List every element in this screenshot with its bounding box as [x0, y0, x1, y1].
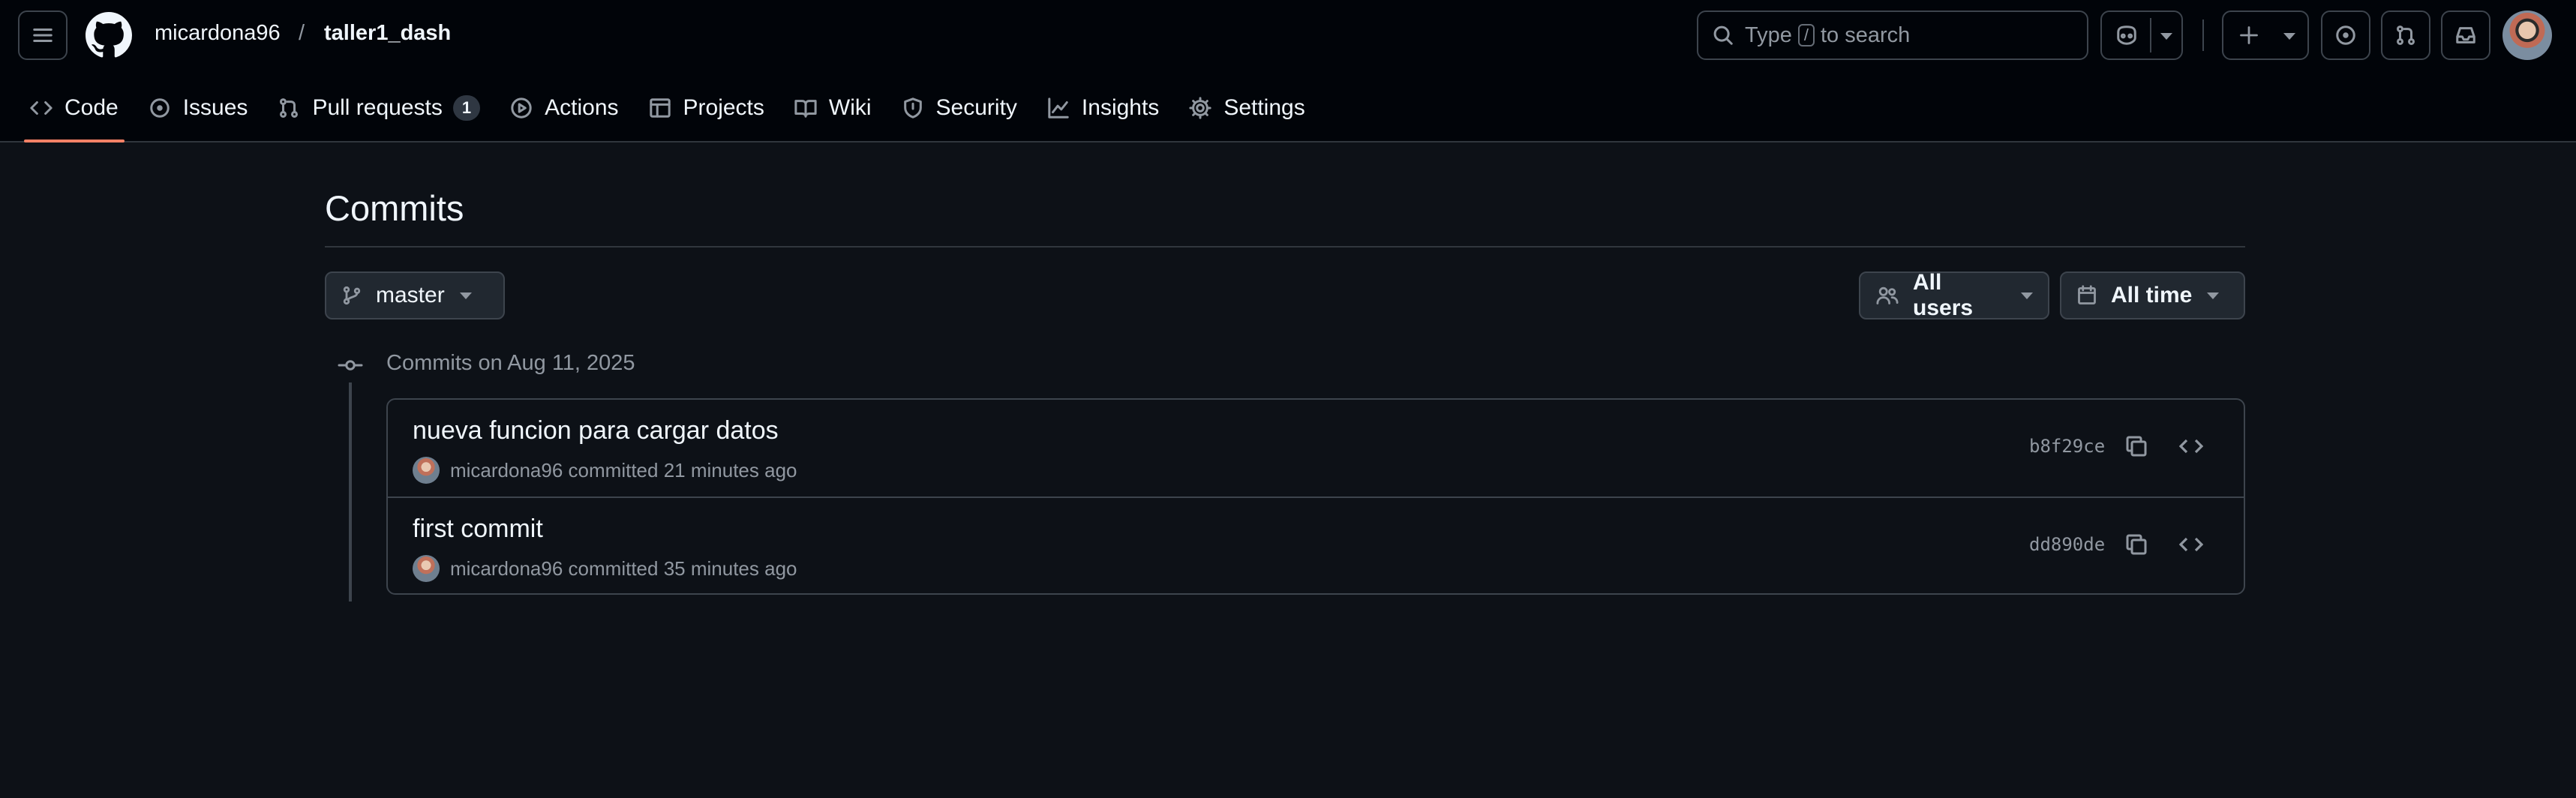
commit-action: committed [568, 458, 659, 482]
hamburger-icon [32, 24, 54, 46]
search-shortcut-key: / [1797, 24, 1815, 46]
play-icon [510, 97, 533, 119]
tab-label: Actions [545, 95, 619, 120]
list-item: first commit micardona96 committed 35 mi… [388, 496, 2244, 593]
users-filter[interactable]: All users [1859, 270, 2049, 320]
header-divider [2202, 20, 2204, 51]
branch-name: master [376, 283, 445, 308]
tab-actions[interactable]: Actions [495, 84, 633, 132]
search-prefix: Type [1745, 22, 1792, 47]
repo-tabs: Code Issues Pull requests 1 Actions Proj… [0, 84, 1320, 142]
title-divider [325, 246, 2245, 248]
commit-sha-link[interactable]: dd890de [2029, 534, 2105, 555]
plus-icon [2238, 25, 2259, 46]
tab-wiki[interactable]: Wiki [779, 84, 887, 132]
copilot-button[interactable] [2100, 10, 2183, 60]
time-filter[interactable]: All time [2060, 272, 2245, 320]
commit-time: 21 minutes ago [663, 458, 797, 482]
tab-projects[interactable]: Projects [634, 84, 779, 132]
browse-code-icon[interactable] [2176, 431, 2206, 461]
tab-code[interactable]: Code [15, 84, 134, 142]
issue-icon [2334, 24, 2357, 46]
users-filter-label: All users [1913, 270, 1974, 320]
search-input[interactable]: Type / to search [1697, 10, 2088, 60]
issue-icon [149, 97, 171, 119]
create-new-button[interactable] [2222, 10, 2309, 60]
commit-time: 35 minutes ago [663, 556, 797, 580]
commit-meta: micardona96 committed 21 minutes ago [413, 457, 797, 484]
author-avatar[interactable] [413, 555, 440, 582]
github-logo[interactable] [86, 12, 132, 58]
calendar-icon [2076, 285, 2097, 306]
tab-pull-requests[interactable]: Pull requests 1 [263, 84, 495, 132]
commit-sha-link[interactable]: b8f29ce [2029, 436, 2105, 457]
pull-requests-counter: 1 [452, 95, 481, 121]
repo-link[interactable]: taller1_dash [324, 21, 451, 46]
copilot-chevron-down-icon[interactable] [2160, 33, 2172, 40]
graph-icon [1047, 97, 1070, 119]
inbox-icon [2454, 24, 2477, 46]
inbox-button[interactable] [2441, 10, 2490, 60]
create-chevron-down-icon [2283, 33, 2295, 40]
table-icon [649, 97, 671, 119]
menu-button[interactable] [18, 10, 68, 60]
commit-message-link[interactable]: first commit [413, 514, 543, 544]
tab-label: Wiki [828, 95, 872, 120]
avatar[interactable] [2502, 10, 2552, 60]
commit-group-date: Commits on Aug 11, 2025 [386, 351, 635, 375]
branch-selector[interactable]: master [325, 272, 505, 320]
tab-label: Settings [1223, 95, 1305, 120]
search-icon [1712, 24, 1734, 46]
issues-button[interactable] [2321, 10, 2370, 60]
tab-label: Security [935, 95, 1017, 120]
tab-settings[interactable]: Settings [1174, 84, 1320, 132]
tab-label: Code [65, 95, 119, 120]
shield-icon [902, 97, 924, 119]
code-icon [30, 97, 53, 119]
people-icon [1875, 285, 1899, 306]
tab-security[interactable]: Security [887, 84, 1032, 132]
copy-icon[interactable] [2121, 530, 2151, 560]
time-filter-label: All time [2111, 283, 2193, 308]
chevron-down-icon [459, 292, 472, 299]
copy-icon[interactable] [2121, 431, 2151, 461]
list-item: nueva funcion para cargar datos micardon… [388, 400, 2244, 496]
browse-code-icon[interactable] [2176, 530, 2206, 560]
commit-author-link[interactable]: micardona96 [450, 459, 563, 482]
timeline-line [349, 382, 352, 602]
commit-list: nueva funcion para cargar datos micardon… [386, 398, 2245, 595]
tab-label: Projects [683, 95, 764, 120]
tab-label: Issues [182, 95, 248, 120]
commit-meta: micardona96 committed 35 minutes ago [413, 555, 797, 582]
page-title: Commits [325, 188, 464, 228]
search-suffix: to search [1821, 22, 1911, 47]
commit-author-link[interactable]: micardona96 [450, 557, 563, 580]
author-avatar[interactable] [413, 457, 440, 484]
tab-label: Pull requests [312, 95, 443, 120]
pull-requests-button[interactable] [2381, 10, 2430, 60]
chevron-down-icon [2207, 292, 2220, 299]
tab-label: Insights [1081, 95, 1160, 120]
tab-insights[interactable]: Insights [1032, 84, 1174, 132]
commit-action: committed [568, 556, 659, 580]
copilot-icon [2114, 24, 2139, 46]
book-icon [794, 97, 817, 119]
chevron-down-icon [2021, 292, 2033, 299]
gear-icon [1189, 97, 1211, 119]
git-branch-icon [341, 285, 362, 306]
commit-message-link[interactable]: nueva funcion para cargar datos [413, 416, 779, 446]
breadcrumb-separator: / [299, 21, 305, 45]
pull-request-icon [2394, 24, 2417, 46]
pull-request-icon [278, 97, 300, 119]
owner-link[interactable]: micardona96 [155, 21, 281, 46]
global-header: micardona96 / taller1_dash Type / to sea… [0, 0, 2576, 142]
tab-issues[interactable]: Issues [134, 84, 263, 132]
git-commit-icon [337, 354, 364, 376]
